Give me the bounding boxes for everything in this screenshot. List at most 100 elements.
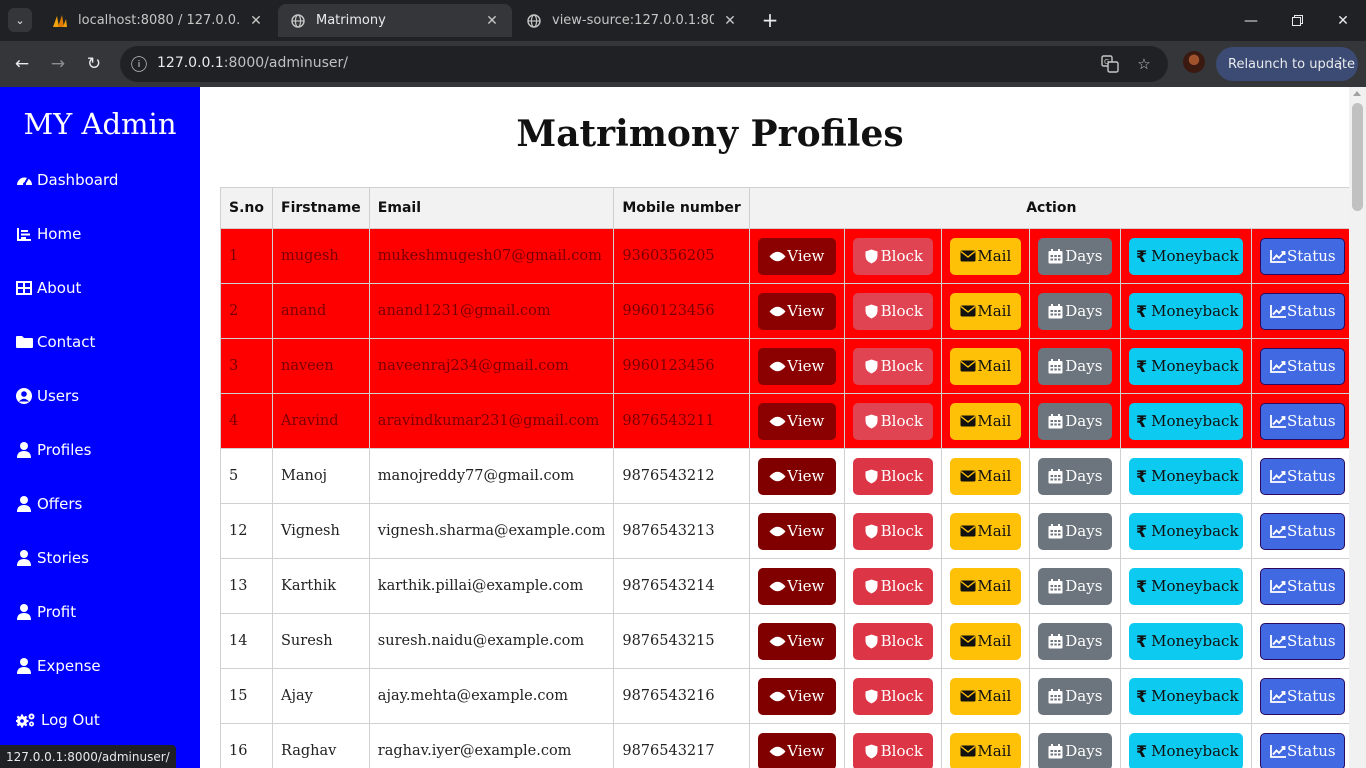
status-button[interactable]: Status xyxy=(1259,512,1345,550)
block-button[interactable]: Block xyxy=(852,457,933,495)
cell-sno: 4 xyxy=(220,393,273,449)
mail-button[interactable]: Mail xyxy=(949,567,1021,605)
view-button[interactable]: View xyxy=(757,347,836,385)
view-button[interactable]: View xyxy=(757,732,836,768)
view-button[interactable]: View xyxy=(757,237,836,275)
moneyback-button[interactable]: ₹ Moneyback xyxy=(1128,292,1243,330)
days-button[interactable]: Days xyxy=(1037,677,1112,715)
block-button[interactable]: Block xyxy=(852,732,933,768)
days-button[interactable]: Days xyxy=(1037,732,1112,768)
address-url[interactable]: 127.0.0.1:8000/adminuser/ xyxy=(157,55,348,71)
days-button[interactable]: Days xyxy=(1037,512,1112,550)
status-button[interactable]: Status xyxy=(1259,402,1345,440)
cell-email: vignesh.sharma@example.com xyxy=(368,503,615,559)
reload-icon[interactable]: ↻ xyxy=(80,50,108,78)
tab-matrimony[interactable]: Matrimony ✕ xyxy=(278,4,512,37)
status-button[interactable]: Status xyxy=(1259,457,1345,495)
block-button[interactable]: Block xyxy=(852,567,933,605)
days-button[interactable]: Days xyxy=(1037,347,1112,385)
chart-line-icon xyxy=(1269,743,1286,760)
sidebar-item-home[interactable]: Home xyxy=(15,219,81,249)
block-button[interactable]: Block xyxy=(852,622,933,660)
block-button[interactable]: Block xyxy=(852,237,933,275)
sidebar-item-about[interactable]: About xyxy=(15,273,81,303)
tab-phpmyadmin[interactable]: localhost:8080 / 127.0.0.1 / db / ... ✕ xyxy=(40,4,276,37)
back-arrow-icon[interactable]: ← xyxy=(8,50,36,78)
status-button[interactable]: Status xyxy=(1259,677,1345,715)
close-window-icon[interactable]: ✕ xyxy=(1320,0,1366,41)
days-button[interactable]: Days xyxy=(1037,402,1112,440)
block-button[interactable]: Block xyxy=(852,292,933,330)
tab-search-chevron-icon[interactable]: ⌄ xyxy=(8,8,32,32)
block-button[interactable]: Block xyxy=(852,402,933,440)
moneyback-button[interactable]: ₹ Moneyback xyxy=(1128,677,1243,715)
sidebar-item-contact[interactable]: Contact xyxy=(15,327,95,357)
scroll-up-arrow-icon[interactable] xyxy=(1353,91,1361,96)
translate-icon[interactable]: G xyxy=(1100,54,1120,74)
days-button[interactable]: Days xyxy=(1037,622,1112,660)
new-tab-plus-icon[interactable]: + xyxy=(758,8,782,32)
mail-button[interactable]: Mail xyxy=(949,732,1021,768)
sidebar-item-profiles[interactable]: Profiles xyxy=(15,435,91,465)
mail-button[interactable]: Mail xyxy=(949,622,1021,660)
kebab-menu-icon[interactable]: ⋮ xyxy=(1333,54,1348,72)
moneyback-button[interactable]: ₹ Moneyback xyxy=(1128,567,1243,605)
view-button[interactable]: View xyxy=(757,512,836,550)
status-button[interactable]: Status xyxy=(1259,292,1345,330)
bookmark-star-icon[interactable]: ☆ xyxy=(1134,54,1154,74)
sidebar-item-expense[interactable]: Expense xyxy=(15,651,101,681)
view-button[interactable]: View xyxy=(757,292,836,330)
mail-button[interactable]: Mail xyxy=(949,347,1021,385)
close-tab-icon[interactable]: ✕ xyxy=(484,13,500,29)
profile-avatar[interactable] xyxy=(1183,51,1205,73)
sidebar-item-dashboard[interactable]: Dashboard xyxy=(15,165,118,195)
block-button[interactable]: Block xyxy=(852,347,933,385)
status-button[interactable]: Status xyxy=(1259,347,1345,385)
mail-button[interactable]: Mail xyxy=(949,677,1021,715)
view-button[interactable]: View xyxy=(757,622,836,660)
moneyback-button[interactable]: ₹ Moneyback xyxy=(1128,402,1243,440)
moneyback-button[interactable]: ₹ Moneyback xyxy=(1128,732,1243,768)
close-tab-icon[interactable]: ✕ xyxy=(248,13,264,29)
block-button[interactable]: Block xyxy=(852,677,933,715)
vertical-scrollbar[interactable] xyxy=(1349,87,1366,768)
site-info-icon[interactable]: i xyxy=(131,56,147,72)
scrollbar-thumb[interactable] xyxy=(1352,103,1363,211)
tab-view-source[interactable]: view-source:127.0.0.1:8000/read ✕ xyxy=(514,4,750,37)
sidebar-item-profit[interactable]: Profit xyxy=(15,597,76,627)
forward-arrow-icon[interactable]: → xyxy=(44,50,72,78)
mail-button[interactable]: Mail xyxy=(949,402,1021,440)
view-button[interactable]: View xyxy=(757,677,836,715)
minimize-icon[interactable]: — xyxy=(1228,0,1274,41)
view-button[interactable]: View xyxy=(757,457,836,495)
moneyback-button[interactable]: ₹ Moneyback xyxy=(1128,237,1243,275)
status-button[interactable]: Status xyxy=(1259,732,1345,768)
sidebar-item-stories[interactable]: Stories xyxy=(15,543,89,573)
view-button[interactable]: View xyxy=(757,402,836,440)
moneyback-button[interactable]: ₹ Moneyback xyxy=(1128,457,1243,495)
mail-button[interactable]: Mail xyxy=(949,457,1021,495)
status-button[interactable]: Status xyxy=(1259,622,1345,660)
moneyback-button[interactable]: ₹ Moneyback xyxy=(1128,622,1243,660)
close-tab-icon[interactable]: ✕ xyxy=(722,13,738,29)
moneyback-button[interactable]: ₹ Moneyback xyxy=(1128,512,1243,550)
days-button[interactable]: Days xyxy=(1037,567,1112,605)
mail-button[interactable]: Mail xyxy=(949,237,1021,275)
mail-button[interactable]: Mail xyxy=(949,512,1021,550)
moneyback-button[interactable]: ₹ Moneyback xyxy=(1128,347,1243,385)
restore-icon[interactable] xyxy=(1274,0,1320,41)
sidebar-item-offers[interactable]: Offers xyxy=(15,489,82,519)
sidebar-item-users[interactable]: Users xyxy=(15,381,79,411)
status-button[interactable]: Status xyxy=(1259,567,1345,605)
days-button[interactable]: Days xyxy=(1037,457,1112,495)
view-button[interactable]: View xyxy=(757,567,836,605)
address-bar[interactable]: i 127.0.0.1:8000/adminuser/ G ☆ xyxy=(120,46,1168,82)
days-button[interactable]: Days xyxy=(1037,292,1112,330)
days-button[interactable]: Days xyxy=(1037,237,1112,275)
mail-button[interactable]: Mail xyxy=(949,292,1021,330)
sidebar-item-logout[interactable]: Log Out xyxy=(15,705,100,735)
action-cell: Status xyxy=(1250,448,1354,504)
block-button[interactable]: Block xyxy=(852,512,933,550)
status-button[interactable]: Status xyxy=(1259,237,1345,275)
relaunch-to-update-button[interactable]: Relaunch to update ⋮ xyxy=(1216,47,1358,81)
